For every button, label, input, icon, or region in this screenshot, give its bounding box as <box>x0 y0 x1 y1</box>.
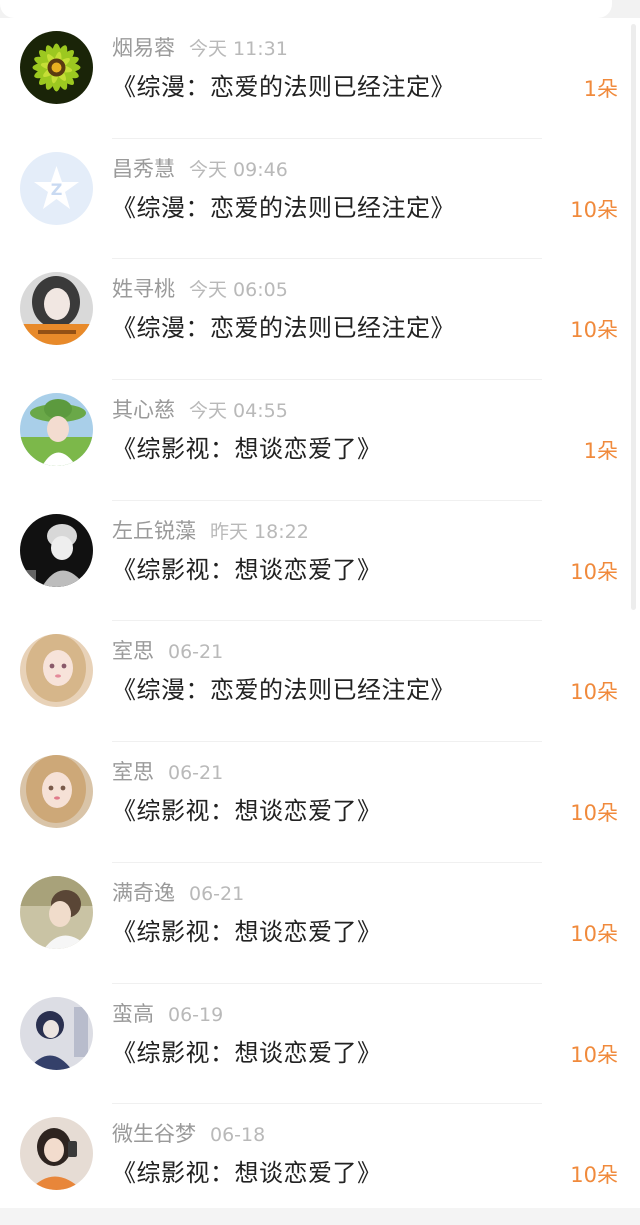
list-item[interactable]: 室思 06-21 《综影视：想谈恋爱了》 10朵 <box>0 742 640 863</box>
flower-count: 1朵 <box>583 439 618 464</box>
user-name[interactable]: 微生谷梦 <box>112 1122 196 1146</box>
list-item[interactable]: 姓寻桃 今天 06:05 《综漫：恋爱的法则已经注定》 10朵 <box>0 259 640 381</box>
timestamp: 昨天 18:22 <box>210 520 309 543</box>
list-item[interactable]: 左丘锐藻 昨天 18:22 《综影视：想谈恋爱了》 10朵 <box>0 501 640 622</box>
timestamp: 今天 04:55 <box>189 400 288 423</box>
list-item[interactable]: 微生谷梦 06-18 《综影视：想谈恋爱了》 10朵 <box>0 1104 640 1225</box>
gift-record-list: 烟易蓉 今天 11:31 《综漫：恋爱的法则已经注定》 1朵 Z 昌秀慧 今天 09… <box>0 18 640 1208</box>
book-title[interactable]: 《综影视：想谈恋爱了》 <box>112 1035 382 1071</box>
timestamp: 06-21 <box>168 762 224 785</box>
timestamp: 今天 11:31 <box>189 38 288 60</box>
dark-figure-avatar-icon[interactable] <box>20 996 93 1070</box>
bw-person-avatar-icon[interactable] <box>20 513 93 587</box>
user-name[interactable]: 左丘锐藻 <box>112 519 196 543</box>
book-title[interactable]: 《综漫：恋爱的法则已经注定》 <box>112 190 455 226</box>
default-qq-avatar-icon[interactable]: Z <box>20 151 93 225</box>
book-title[interactable]: 《综漫：恋爱的法则已经注定》 <box>112 310 455 346</box>
user-name[interactable]: 室思 <box>112 639 154 663</box>
timestamp: 06-21 <box>189 882 245 905</box>
timestamp: 06-19 <box>168 1003 224 1026</box>
list-item[interactable]: 烟易蓉 今天 11:31 《综漫：恋爱的法则已经注定》 1朵 <box>0 18 640 139</box>
selfie-girl-avatar-icon[interactable] <box>20 1117 93 1191</box>
user-name[interactable]: 蛮高 <box>112 1002 154 1026</box>
book-title[interactable]: 《综影视：想谈恋爱了》 <box>112 431 382 467</box>
book-title[interactable]: 《综影视：想谈恋爱了》 <box>112 1155 382 1191</box>
user-name[interactable]: 室思 <box>112 760 154 784</box>
timestamp: 06-21 <box>168 641 224 664</box>
flower-count: 10朵 <box>570 1042 618 1067</box>
anime-girl-avatar-icon[interactable] <box>20 755 93 829</box>
book-title[interactable]: 《综影视：想谈恋爱了》 <box>112 914 382 950</box>
girl-avatar-icon[interactable] <box>20 272 93 346</box>
sunflower-avatar-icon[interactable] <box>20 31 93 104</box>
flower-count: 10朵 <box>570 318 618 343</box>
book-title[interactable]: 《综影视：想谈恋爱了》 <box>112 552 382 588</box>
girl-hat-avatar-icon[interactable] <box>20 393 93 467</box>
flower-count: 10朵 <box>570 680 618 705</box>
svg-text:Z: Z <box>51 180 63 199</box>
anime-girl-avatar-icon[interactable] <box>20 634 93 708</box>
book-title[interactable]: 《综漫：恋爱的法则已经注定》 <box>112 672 455 708</box>
list-item[interactable]: Z 昌秀慧 今天 09:46 《综漫：恋爱的法则已经注定》 10朵 <box>0 139 640 260</box>
user-name[interactable]: 昌秀慧 <box>112 157 175 181</box>
list-item[interactable]: 其心慈 今天 04:55 《综影视：想谈恋爱了》 1朵 <box>0 380 640 501</box>
flower-count: 10朵 <box>570 559 618 584</box>
woman-profile-avatar-icon[interactable] <box>20 875 93 949</box>
book-title[interactable]: 《综漫：恋爱的法则已经注定》 <box>112 69 455 105</box>
flower-count: 10朵 <box>570 197 618 222</box>
user-name[interactable]: 姓寻桃 <box>112 277 175 301</box>
list-item[interactable]: 满奇逸 06-21 《综影视：想谈恋爱了》 10朵 <box>0 863 640 984</box>
book-title[interactable]: 《综影视：想谈恋爱了》 <box>112 793 382 829</box>
timestamp: 今天 06:05 <box>189 279 288 302</box>
flower-count: 10朵 <box>570 1163 618 1188</box>
flower-count: 10朵 <box>570 801 618 826</box>
user-name[interactable]: 其心慈 <box>112 398 175 422</box>
top-card-edge <box>0 0 612 18</box>
user-name[interactable]: 满奇逸 <box>112 881 175 905</box>
flower-count: 10朵 <box>570 921 618 946</box>
user-name[interactable]: 烟易蓉 <box>112 36 175 60</box>
list-item[interactable]: 室思 06-21 《综漫：恋爱的法则已经注定》 10朵 <box>0 621 640 743</box>
timestamp: 06-18 <box>210 1124 266 1147</box>
flower-count: 1朵 <box>583 77 618 101</box>
scrollbar[interactable] <box>631 24 636 610</box>
list-item[interactable]: 蛮高 06-19 《综影视：想谈恋爱了》 10朵 <box>0 984 640 1105</box>
timestamp: 今天 09:46 <box>189 158 288 181</box>
